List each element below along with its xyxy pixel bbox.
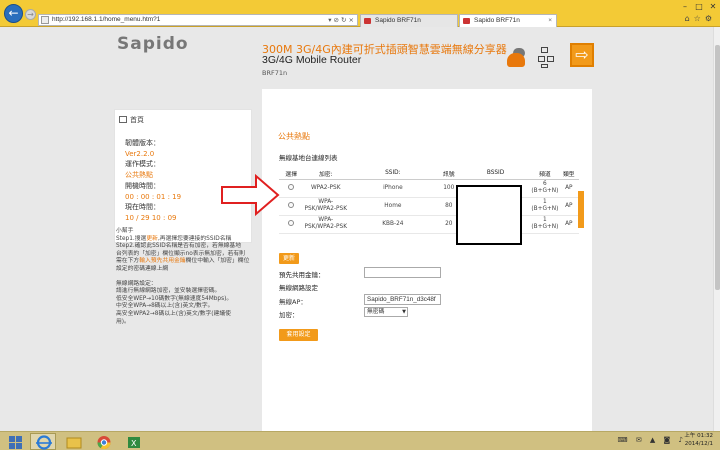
table-header: 選擇 加密: SSID: 訊號 BSSID 頻道 類型: [279, 168, 579, 180]
apply-button[interactable]: 套用設定: [279, 329, 318, 341]
firmware-value: Ver2.2.0: [125, 149, 155, 158]
close-button[interactable]: ✕: [706, 0, 720, 13]
row-ssid: KBB-24: [348, 215, 438, 234]
annotation-arrow-icon: [221, 173, 280, 217]
home-link[interactable]: 首頁: [119, 115, 144, 125]
row-channel: 1 (B+G+N): [531, 197, 559, 216]
windows-start-icon[interactable]: [4, 433, 30, 450]
logout-arrow-icon[interactable]: ⇨: [570, 43, 594, 67]
address-tools[interactable]: ▾ ⊘ ↻ ×: [328, 15, 354, 25]
time-label: 現在時間：: [125, 203, 160, 212]
ap-ssid-input[interactable]: Sapido_BRF71n_d3c48f: [364, 294, 441, 305]
col-type: 類型: [558, 168, 579, 180]
chrome-icon[interactable]: [90, 433, 116, 450]
col-encryption: 加密:: [303, 168, 349, 180]
encryption-value: 無密碼: [367, 309, 385, 315]
encryption-label: 加密：: [279, 311, 299, 319]
clock-date: 2014/12/1: [684, 440, 713, 447]
bssid-redaction: [456, 185, 522, 245]
status-info: 韌體版本： Ver2.2.0 運作模式： 公共熱點 開機時間： 00 : 00 …: [125, 138, 181, 224]
row-ssid: iPhone: [348, 179, 438, 198]
browser-tools: ⌂☆⚙: [685, 14, 716, 23]
clock[interactable]: 上午 01:32 2014/12/1: [684, 433, 713, 448]
page-viewport: Sapido 300M 3G/4G內建可折式插頭智慧雲端無線分享器 3G/4G …: [0, 27, 713, 431]
home-icon[interactable]: ⌂: [685, 14, 694, 23]
favorites-star-icon[interactable]: ☆: [694, 14, 705, 23]
page-icon: [41, 16, 49, 24]
chevron-down-icon: ▼: [402, 309, 406, 315]
mode-label: 運作模式：: [125, 160, 160, 169]
ap-table: 選擇 加密: SSID: 訊號 BSSID 頻道 類型 WPA2-PSK iPh…: [279, 168, 579, 234]
system-tray[interactable]: ⌨ ✉ ▲ ◙ ♪: [617, 436, 686, 444]
browser-toolbar: ← → http://192.168.1.1/home_menu.htm?1 ▾…: [0, 0, 720, 27]
mode-value: 公共熱點: [125, 171, 153, 180]
ap-label: 無線AP：: [279, 298, 307, 306]
tab-label: Sapido BRF71n: [474, 17, 520, 24]
window-controls: – □ ✕: [678, 0, 720, 14]
clock-time: 上午 01:32: [684, 433, 713, 439]
tab-2[interactable]: Sapido BRF71n ×: [459, 14, 557, 27]
tab-1[interactable]: Sapido BRF71n: [360, 14, 458, 27]
select-radio[interactable]: [288, 219, 295, 226]
file-explorer-icon[interactable]: [60, 433, 86, 450]
page-title: 公共熱點: [278, 132, 310, 141]
back-button[interactable]: ←: [4, 4, 23, 23]
tab-label: Sapido BRF71n: [375, 17, 421, 24]
uptime-value: 00 : 00 : 01 : 19: [125, 192, 182, 201]
psk-label: 預先共用金鑰：: [279, 271, 325, 279]
home-icon: [119, 116, 127, 123]
address-bar[interactable]: http://192.168.1.1/home_menu.htm?1 ▾ ⊘ ↻…: [38, 14, 358, 26]
row-type: AP: [558, 197, 579, 216]
col-channel: 頻道: [531, 168, 559, 180]
help-text: 小幫手 Step1.搜選更新,再選擇您要連接的SSID名稱 Step2.確認此S…: [116, 228, 250, 325]
product-model: BRF71n: [262, 69, 288, 77]
user-icon[interactable]: [505, 47, 527, 69]
select-radio[interactable]: [288, 183, 295, 190]
table-row[interactable]: WPA-PSK/WPA2-PSK Home 80 1 (B+G+N) AP: [279, 197, 579, 216]
col-select: 選擇: [279, 168, 304, 180]
row-type: AP: [558, 179, 579, 198]
scrollbar-thumb[interactable]: [715, 45, 720, 290]
row-encryption: WPA-PSK/WPA2-PSK: [303, 197, 349, 216]
row-channel: 1 (B+G+N): [531, 215, 559, 234]
tab-close-icon[interactable]: ×: [548, 15, 552, 27]
row-ssid: Home: [348, 197, 438, 216]
table-row[interactable]: WPA-PSK/WPA2-PSK KBB-24 20 1 (B+G+N) AP: [279, 215, 579, 234]
time-value: 10 / 29 10 : 09: [125, 213, 177, 222]
row-type: AP: [558, 215, 579, 234]
side-tab[interactable]: [578, 191, 584, 228]
forward-button[interactable]: →: [25, 9, 36, 20]
ap-list-title: 無線基地台連線列表: [279, 154, 338, 162]
firmware-label: 韌體版本：: [125, 139, 160, 147]
ie-icon[interactable]: [30, 433, 56, 450]
address-url[interactable]: http://192.168.1.1/home_menu.htm?1: [52, 15, 160, 25]
psk-input[interactable]: [364, 267, 441, 278]
minimize-button[interactable]: –: [678, 0, 692, 13]
col-signal: 訊號: [437, 168, 460, 180]
col-ssid: SSID:: [348, 168, 438, 180]
row-encryption: WPA2-PSK: [303, 179, 349, 198]
encryption-select[interactable]: 無密碼 ▼: [364, 307, 408, 317]
svg-text:X: X: [131, 439, 137, 448]
network-icon[interactable]: [538, 47, 560, 69]
hotspot-panel: 公共熱點 無線基地台連線列表 選擇 加密: SSID: 訊號 BSSID 頻道 …: [262, 89, 592, 431]
settings-gear-icon[interactable]: ⚙: [705, 14, 716, 23]
maximize-button[interactable]: □: [692, 0, 706, 13]
vertical-scrollbar[interactable]: [713, 27, 720, 431]
uptime-label: 開機時間：: [125, 181, 160, 190]
sapido-favicon-icon: [364, 18, 371, 24]
wireless-settings-title: 無線網路設定: [279, 284, 318, 292]
taskbar: X ⌨ ✉ ▲ ◙ ♪ 上午 01:32 2014/12/1: [0, 431, 720, 450]
table-row[interactable]: WPA2-PSK iPhone 100 6 (B+G+N) AP: [279, 179, 579, 198]
row-encryption: WPA-PSK/WPA2-PSK: [303, 215, 349, 234]
sapido-logo: Sapido: [117, 34, 189, 54]
sapido-favicon-icon: [463, 18, 470, 24]
col-bssid: BSSID: [459, 168, 532, 180]
row-channel: 6 (B+G+N): [531, 179, 559, 198]
excel-icon[interactable]: X: [120, 433, 146, 450]
product-subtitle: 3G/4G Mobile Router: [262, 54, 362, 66]
refresh-button[interactable]: 更新: [279, 253, 299, 264]
select-radio[interactable]: [288, 201, 295, 208]
